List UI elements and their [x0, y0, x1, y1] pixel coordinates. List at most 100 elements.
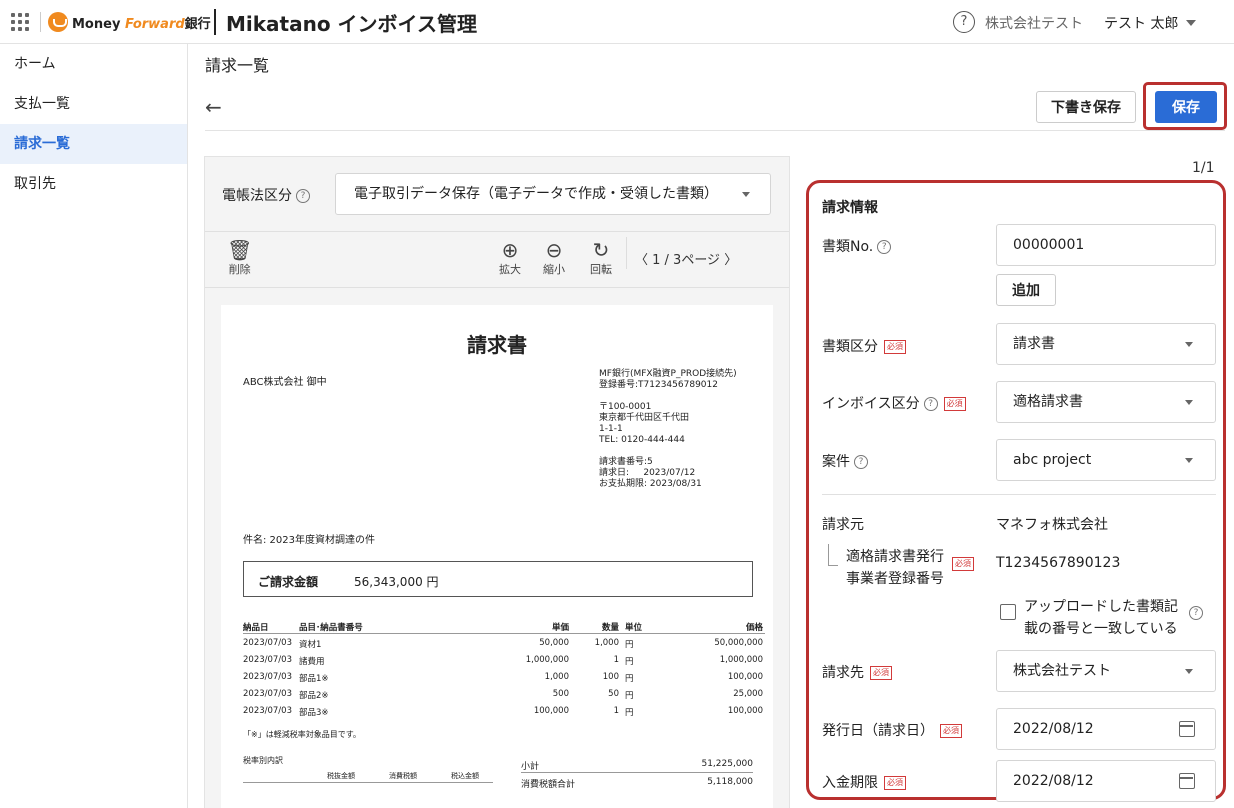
tax-breakdown-title: 税率別内訳 — [243, 756, 283, 765]
record-count: 1/1 — [1192, 160, 1215, 176]
issue-date-label: 発行日（請求日） 必須 — [822, 720, 962, 740]
table-row: 2023/07/03 諸費用 1,000,000 1 円 1,000,000 — [243, 655, 763, 667]
billing-amount-box: ご請求金額 56,343,000 円 — [243, 561, 753, 597]
divider — [205, 130, 1225, 131]
required-badge: 必須 — [943, 397, 966, 411]
brand-name: Money Forward銀行 — [72, 17, 211, 32]
zoom-out-tool[interactable]: ⊖ 縮小 — [543, 239, 565, 277]
project-label: 案件? — [822, 451, 868, 471]
document-recipient: ABC株式会社 御中 — [243, 377, 327, 388]
document-subject: 件名: 2023年度資材調達の件 — [243, 535, 375, 546]
help-icon[interactable]: ? — [953, 11, 975, 33]
table-row: 2023/07/03 部品2※ 500 50 円 25,000 — [243, 689, 763, 701]
required-badge: 必須 — [952, 557, 974, 571]
rotate-tool[interactable]: ↻ 回転 — [590, 239, 612, 277]
required-badge: 必須 — [884, 776, 906, 790]
divider — [822, 494, 1216, 495]
number-match-label[interactable]: アップロードした書類記 載の番号と一致している — [1024, 596, 1178, 640]
question-icon[interactable]: ? — [854, 455, 868, 469]
zoom-in-icon: ⊕ — [501, 238, 519, 262]
invoice-type-label: インボイス区分? 必須 — [822, 393, 966, 413]
amount-value: 56,343,000 円 — [354, 575, 439, 589]
number-match-checkbox[interactable] — [1000, 604, 1016, 620]
question-icon[interactable]: ? — [296, 189, 310, 203]
due-date-input[interactable]: 2022/08/12 — [996, 760, 1216, 802]
divider — [626, 237, 627, 269]
divider — [40, 12, 41, 32]
required-badge: 必須 — [884, 340, 906, 354]
document-title: 請求書 — [467, 333, 527, 357]
law-category-select[interactable]: 電子取引データ保存（電子データで作成・受領した書類） — [335, 173, 771, 215]
question-icon[interactable]: ? — [923, 397, 938, 411]
sidebar-item-invoices[interactable]: 請求一覧 — [0, 124, 187, 164]
table-header-row: 納品日 品目･納品書番号 単価 数量 単位 価格 — [243, 617, 765, 634]
page-navigator[interactable]: 〈 1 / 3ページ 〉 — [635, 249, 737, 268]
doc-no-input[interactable]: 00000001 — [996, 224, 1216, 266]
calendar-icon[interactable] — [1179, 773, 1195, 789]
bill-to-label: 請求先 必須 — [822, 662, 892, 682]
user-menu-chevron-down-icon[interactable] — [1186, 20, 1196, 26]
question-icon[interactable]: ? — [877, 240, 892, 254]
invoice-info-highlight-outline — [806, 180, 1226, 800]
document-issuer-block: MF銀行(MFX融資P_PROD接続先) 登録番号:T7123456789012… — [599, 369, 737, 489]
divider — [214, 9, 216, 35]
table-row: 2023/07/03 部品3※ 100,000 1 円 100,000 — [243, 706, 763, 718]
table-row: 2023/07/03 部品1※ 1,000 100 円 100,000 — [243, 672, 763, 684]
chevron-down-icon — [1185, 400, 1193, 405]
invoice-type-select[interactable]: 適格請求書 — [996, 381, 1216, 423]
tree-connector — [828, 544, 838, 566]
subtotal-line: 小計 51,225,000 — [521, 759, 753, 773]
sidebar-item-payments[interactable]: 支払一覧 — [0, 84, 187, 124]
doc-type-select[interactable]: 請求書 — [996, 323, 1216, 365]
page-title: 請求一覧 — [205, 56, 270, 75]
issuer-label: 請求元 — [822, 517, 864, 533]
amount-label: ご請求金額 — [258, 575, 319, 589]
zoom-in-tool[interactable]: ⊕ 拡大 — [499, 239, 521, 277]
question-icon[interactable]: ? — [1189, 606, 1203, 620]
due-date-label: 入金期限 必須 — [822, 772, 906, 792]
rotate-icon: ↻ — [592, 238, 610, 262]
table-row: 2023/07/03 資材1 50,000 1,000 円 50,000,000 — [243, 638, 763, 650]
invoice-info-title: 請求情報 — [822, 200, 878, 216]
issue-date-input[interactable]: 2022/08/12 — [996, 708, 1216, 750]
add-button[interactable]: 追加 — [996, 274, 1056, 306]
divider — [205, 287, 789, 288]
user-company[interactable]: 株式会社テスト — [985, 13, 1083, 33]
required-badge: 必須 — [940, 724, 962, 738]
bill-to-select[interactable]: 株式会社テスト — [996, 650, 1216, 692]
top-bar: Money Forward銀行 Mikatano インボイス管理 ? 株式会社テ… — [0, 0, 1234, 44]
calendar-icon[interactable] — [1179, 721, 1195, 737]
sidebar-item-home[interactable]: ホーム — [0, 44, 187, 84]
project-select[interactable]: abc project — [996, 439, 1216, 481]
sidebar: ホーム 支払一覧 請求一覧 取引先 — [0, 44, 188, 808]
required-badge: 必須 — [870, 666, 892, 680]
doc-type-label: 書類区分 必須 — [822, 336, 906, 356]
doc-no-label: 書類No.? — [822, 236, 892, 256]
law-category-label: 電帳法区分? — [222, 185, 310, 205]
trash-icon: 🗑 — [227, 238, 253, 262]
divider — [205, 231, 789, 232]
chevron-down-icon — [1185, 342, 1193, 347]
back-arrow-icon[interactable]: ← — [205, 95, 222, 119]
issuer-value: マネフォ株式会社 — [996, 517, 1108, 533]
line-items-table: 納品日 品目･納品書番号 単価 数量 単位 価格 2023/07/03 資材1 50… — [243, 617, 765, 719]
save-draft-button[interactable]: 下書き保存 — [1036, 91, 1136, 123]
sidebar-item-partners[interactable]: 取引先 — [0, 164, 187, 204]
app-grid-icon[interactable] — [11, 13, 29, 31]
invoice-document-page: 請求書 ABC株式会社 御中 MF銀行(MFX融資P_PROD接続先) 登録番号… — [221, 305, 773, 808]
document-viewer: 電帳法区分? 電子取引データ保存（電子データで作成・受領した書類） 🗑 削除 ⊕… — [204, 156, 790, 808]
chevron-down-icon — [1185, 458, 1193, 463]
registration-number-label: 適格請求書発行 事業者登録番号 — [846, 549, 944, 587]
money-forward-logo-icon — [48, 12, 68, 32]
user-name[interactable]: テスト 太郎 — [1104, 13, 1178, 33]
delete-tool[interactable]: 🗑 削除 — [227, 239, 252, 277]
reduced-tax-note: 「※」は軽減税率対象品目です。 — [243, 730, 361, 739]
zoom-out-icon: ⊖ — [545, 238, 563, 262]
tax-total-line: 消費税額合計 5,118,000 — [521, 777, 753, 790]
registration-number-value: T1234567890123 — [996, 555, 1121, 571]
chevron-down-icon — [742, 192, 750, 197]
tax-breakdown-header: 税抜金額 消費税額 税込金額 — [243, 771, 493, 783]
save-button[interactable]: 保存 — [1155, 91, 1217, 123]
product-name: Mikatano インボイス管理 — [226, 12, 477, 36]
chevron-down-icon — [1185, 669, 1193, 674]
